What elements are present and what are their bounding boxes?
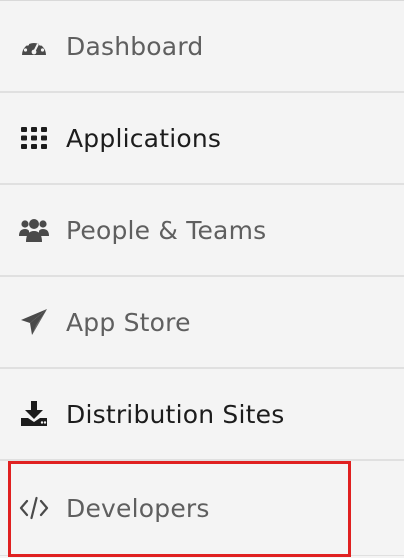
nav-item-people-teams[interactable]: People & Teams xyxy=(0,185,404,277)
download-icon xyxy=(19,399,49,429)
nav-item-distribution-sites[interactable]: Distribution Sites xyxy=(0,369,404,461)
sidebar-nav: Dashboard Applications People & Teams Ap… xyxy=(0,0,404,558)
nav-item-label: Dashboard xyxy=(66,31,204,61)
nav-item-label: Distribution Sites xyxy=(66,399,285,429)
paper-plane-icon xyxy=(19,307,49,337)
dashboard-icon xyxy=(19,31,49,61)
nav-item-label: App Store xyxy=(66,307,191,337)
nav-item-label: Applications xyxy=(66,123,222,153)
users-icon xyxy=(19,215,49,245)
nav-item-label: People & Teams xyxy=(66,215,267,245)
nav-item-applications[interactable]: Applications xyxy=(0,93,404,185)
nav-item-label: Developers xyxy=(66,493,210,523)
code-icon xyxy=(19,493,49,523)
nav-item-app-store[interactable]: App Store xyxy=(0,277,404,369)
nav-item-dashboard[interactable]: Dashboard xyxy=(0,1,404,93)
grid-icon xyxy=(19,123,49,153)
nav-item-developers[interactable]: Developers xyxy=(0,461,404,556)
